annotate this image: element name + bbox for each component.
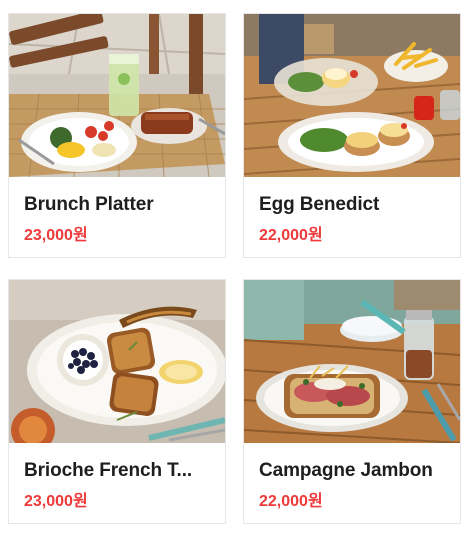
menu-item-price: 23,000원 [24,227,88,244]
menu-card-campagne-jambon[interactable]: Campagne Jambon 22,000원 [243,279,461,524]
brioche-french-toast-photo[interactable] [9,280,225,443]
campagne-jambon-photo[interactable] [244,280,460,443]
menu-item-name: Brunch Platter [24,194,154,215]
menu-item-name: Campagne Jambon [259,460,433,481]
brunch-platter-photo[interactable] [9,14,225,177]
menu-item-name: Brioche French T... [24,460,193,481]
menu-card-egg-benedict[interactable]: Egg Benedict 22,000원 [243,13,461,258]
menu-item-price: 22,000원 [259,493,323,510]
menu-card-brunch-platter[interactable]: Brunch Platter 23,000원 [8,13,226,258]
menu-item-price: 23,000원 [24,493,88,510]
menu-item-name: Egg Benedict [259,194,380,215]
menu-card-brioche-french-toast[interactable]: Brioche French T... 23,000원 [8,279,226,524]
menu-item-price: 22,000원 [259,227,323,244]
egg-benedict-photo[interactable] [244,14,460,177]
